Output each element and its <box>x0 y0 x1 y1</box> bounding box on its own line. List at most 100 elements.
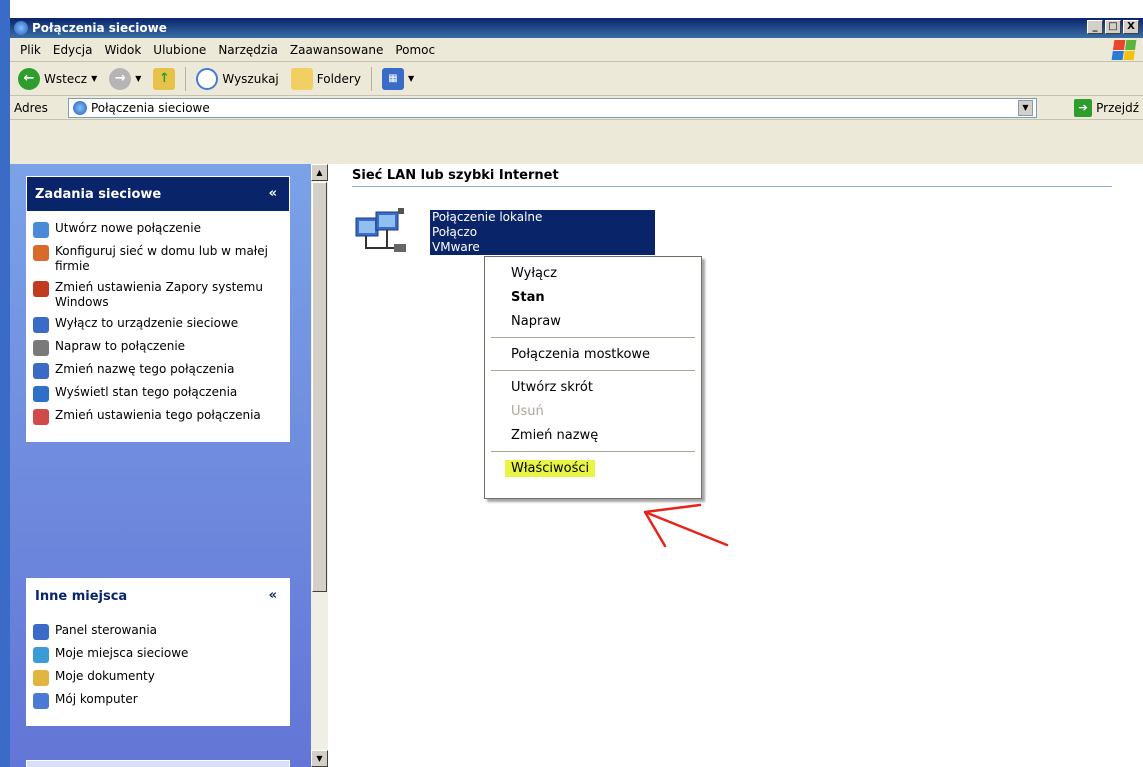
vertical-scrollbar[interactable]: ▲ ▼ <box>311 164 328 767</box>
disable-network-icon <box>33 317 49 333</box>
menu-plik[interactable]: Plik <box>14 43 47 57</box>
go-label: Przejdź <box>1096 101 1139 115</box>
task-pane: Zadania sieciowe « Utwórz nowe połączeni… <box>10 164 311 767</box>
collapse-chevron-icon[interactable]: « <box>269 588 277 603</box>
my-computer-icon <box>33 693 49 709</box>
maximize-button[interactable]: □ <box>1105 20 1121 34</box>
back-arrow-icon: ← <box>18 67 40 90</box>
chevron-down-icon: ▼ <box>407 74 415 83</box>
views-icon: ▦ <box>381 67 404 90</box>
desktop-edge <box>0 0 10 767</box>
forward-button[interactable]: → ▼ <box>105 66 145 92</box>
wrench-icon <box>33 340 49 356</box>
connection-name: Połączenie lokalne <box>432 210 543 224</box>
menu-item-disable[interactable]: Wyłącz <box>485 261 701 285</box>
my-documents-icon <box>33 670 49 686</box>
task-link[interactable]: Zmień nazwę tego połączenia <box>33 362 283 379</box>
task-link[interactable]: Mój komputer <box>33 692 283 709</box>
menu-item-create-shortcut[interactable]: Utwórz skrót <box>485 375 701 399</box>
menu-item-rename[interactable]: Zmień nazwę <box>485 423 701 447</box>
task-link-label: Panel sterowania <box>55 623 157 637</box>
task-link-label: Wyświetl stan tego połączenia <box>55 385 238 399</box>
new-connection-icon <box>33 222 49 238</box>
menu-bar: Plik Edycja Widok Ulubione Narzędzia Zaa… <box>10 38 1143 62</box>
windows-logo-icon <box>1111 40 1137 60</box>
task-link[interactable]: Zmień ustawienia tego połączenia <box>33 408 283 425</box>
task-link-label: Moje dokumenty <box>55 669 155 683</box>
lan-connection-icon[interactable] <box>354 208 410 260</box>
scroll-thumb[interactable] <box>312 182 327 592</box>
network-connections-icon <box>73 101 87 115</box>
task-link[interactable]: Utwórz nowe połączenie <box>33 221 283 238</box>
task-link[interactable]: Moje miejsca sieciowe <box>33 646 283 663</box>
back-label: Wstecz <box>44 71 88 86</box>
collapse-chevron-icon[interactable]: « <box>269 186 277 201</box>
section-header: Sieć LAN lub szybki Internet <box>352 168 559 183</box>
task-link-label: Konfiguruj sieć w domu lub w małej firmi… <box>55 244 268 273</box>
section-divider <box>352 186 1112 187</box>
menu-ulubione[interactable]: Ulubione <box>147 43 212 57</box>
task-link[interactable]: Konfiguruj sieć w domu lub w małej firmi… <box>33 244 283 274</box>
menu-item-repair[interactable]: Napraw <box>485 309 701 333</box>
go-button[interactable]: ➔ Przejdź <box>1074 99 1139 117</box>
connection-status: Połączo <box>432 225 478 239</box>
chevron-down-icon: ▼ <box>91 74 98 83</box>
firewall-icon <box>33 281 49 297</box>
task-link-label: Mój komputer <box>55 692 138 706</box>
tasks-panel-body: Utwórz nowe połączenie Konfiguruj sieć w … <box>27 211 289 441</box>
address-bar: Adres Połączenia sieciowe ▼ ➔ Przejdź <box>10 96 1143 120</box>
tasks-panel-header[interactable]: Zadania sieciowe « <box>27 177 289 211</box>
close-button[interactable]: X <box>1123 20 1139 34</box>
task-link[interactable]: Moje dokumenty <box>33 669 283 686</box>
window-title: Połączenia sieciowe <box>32 21 167 35</box>
views-button[interactable]: ▦ ▼ <box>378 66 418 92</box>
task-link-label: Utwórz nowe połączenie <box>55 221 201 235</box>
up-folder-icon: ↑ <box>153 67 176 90</box>
menu-item-bridge[interactable]: Połączenia mostkowe <box>485 342 701 366</box>
toolbar-separator <box>185 66 187 91</box>
task-link[interactable]: Wyłącz to urządzenie sieciowe <box>33 316 283 333</box>
folders-label: Foldery <box>316 71 361 86</box>
task-link-label: Wyłącz to urządzenie sieciowe <box>55 316 239 330</box>
task-link[interactable]: Napraw to połączenie <box>33 339 283 356</box>
menu-zaawansowane[interactable]: Zaawansowane <box>284 43 389 57</box>
explorer-window: Połączenia sieciowe _ □ X Plik Edycja Wi… <box>10 18 1143 767</box>
rename-icon <box>33 363 49 379</box>
task-link[interactable]: Wyświetl stan tego połączenia <box>33 385 283 402</box>
other-places-header[interactable]: Inne miejsca « <box>27 579 289 613</box>
menu-widok[interactable]: Widok <box>98 43 147 57</box>
address-dropdown-button[interactable]: ▼ <box>1018 100 1033 116</box>
task-link-label: Moje miejsca sieciowe <box>55 646 189 660</box>
up-folder-button[interactable]: ↑ <box>149 66 179 92</box>
toolbar-separator <box>370 66 372 91</box>
menu-separator <box>491 370 695 371</box>
other-places-title: Inne miejsca <box>35 588 128 604</box>
menu-pomoc[interactable]: Pomoc <box>389 43 441 57</box>
selected-connection-label[interactable]: Połączenie lokalne Połączo VMware <box>430 210 655 255</box>
network-places-icon <box>33 647 49 663</box>
tasks-panel: Zadania sieciowe « Utwórz nowe połączeni… <box>26 176 290 442</box>
task-link[interactable]: Panel sterowania <box>33 623 283 640</box>
task-link[interactable]: Zmień ustawienia Zapory systemu Windows <box>33 280 283 310</box>
content-area: Sieć LAN lub szybki Internet Połączenie … <box>328 164 1143 767</box>
scroll-down-button[interactable]: ▼ <box>311 750 328 767</box>
back-button[interactable]: ← Wstecz ▼ <box>14 66 101 92</box>
status-icon <box>33 386 49 402</box>
menu-item-properties[interactable]: Właściwości <box>485 456 701 480</box>
address-input[interactable]: Połączenia sieciowe <box>68 98 1037 118</box>
search-button[interactable]: Wyszukaj <box>192 66 282 92</box>
search-icon <box>196 67 219 90</box>
context-menu: Wyłącz Stan Napraw Połączenia mostkowe U… <box>484 256 702 499</box>
task-link-label: Zmień nazwę tego połączenia <box>55 362 235 376</box>
properties-highlight: Właściwości <box>505 459 596 477</box>
menu-item-status[interactable]: Stan <box>485 285 701 309</box>
other-places-body: Panel sterowania Moje miejsca sieciowe Moj… <box>27 613 289 725</box>
toolbar: ← Wstecz ▼ → ▼ ↑ Wyszukaj Foldery ▦ ▼ <box>10 62 1143 96</box>
control-panel-icon <box>33 624 49 640</box>
folders-button[interactable]: Foldery <box>287 66 365 92</box>
minimize-button[interactable]: _ <box>1087 20 1103 34</box>
menu-edycja[interactable]: Edycja <box>47 43 99 57</box>
menu-narzedzia[interactable]: Narzędzia <box>212 43 284 57</box>
scroll-up-button[interactable]: ▲ <box>311 164 328 181</box>
address-label: Adres <box>14 100 48 115</box>
